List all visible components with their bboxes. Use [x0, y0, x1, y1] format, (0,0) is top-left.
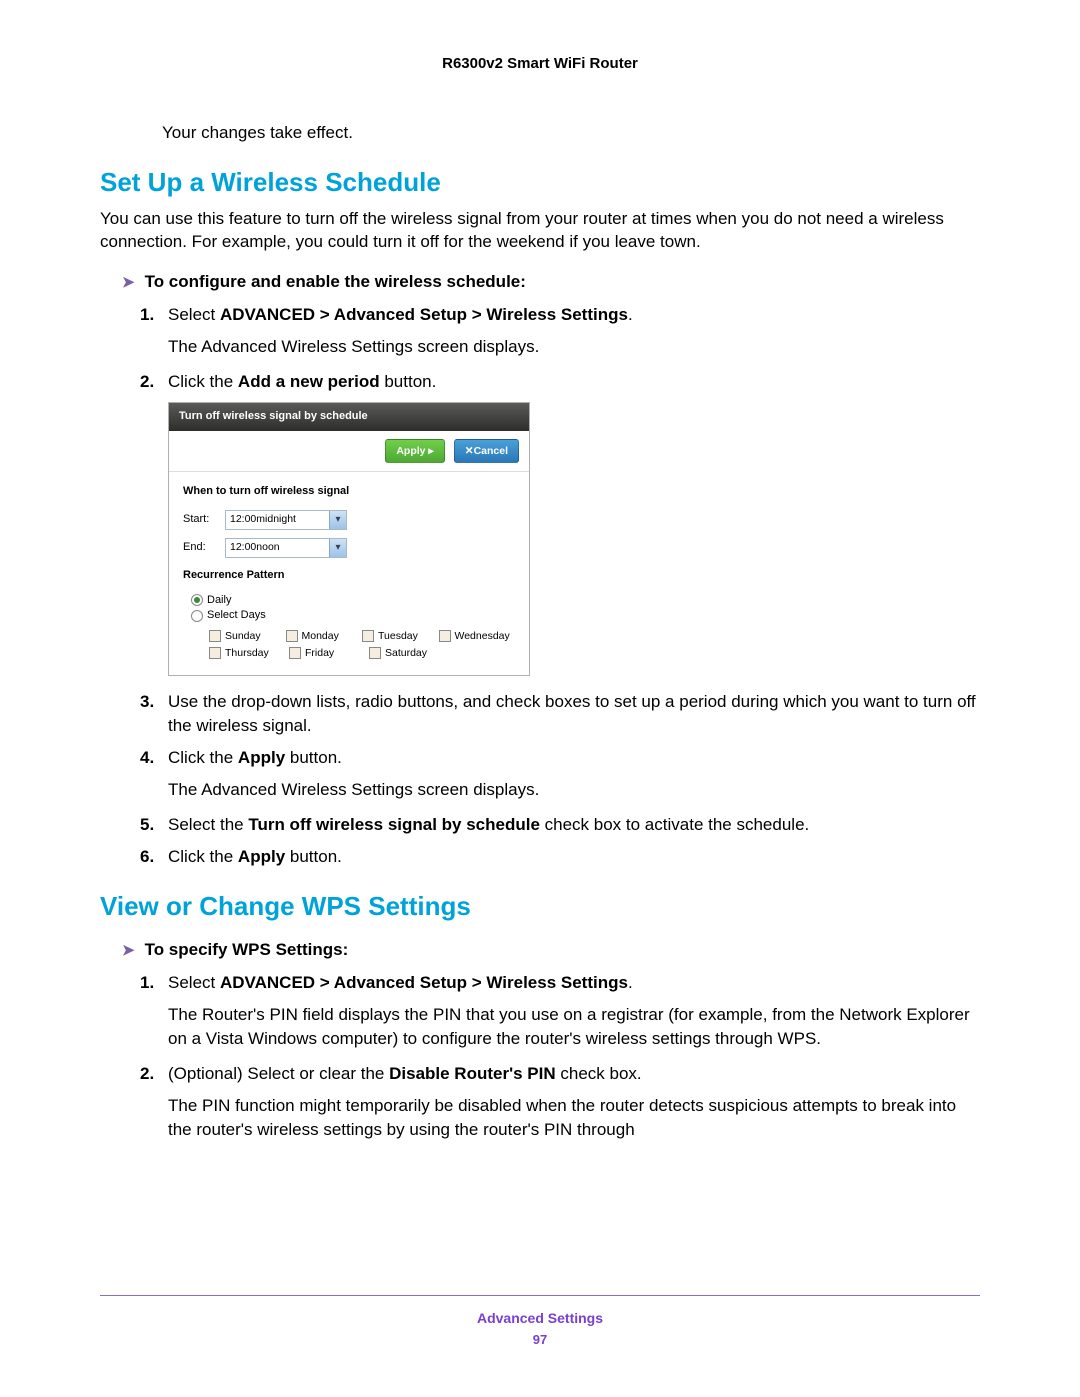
arrow-icon: ➤: [122, 272, 135, 293]
heading-wps-settings: View or Change WPS Settings: [100, 891, 980, 922]
arrow-icon: ➤: [122, 940, 135, 961]
chevron-down-icon: ▾: [329, 539, 346, 557]
start-dropdown[interactable]: 12:00midnight ▾: [225, 510, 347, 530]
step-6: 6. Click the Apply button.: [140, 845, 980, 869]
task-label: To specify WPS Settings:: [145, 940, 349, 960]
footer-section: Advanced Settings: [100, 1310, 980, 1326]
end-dropdown[interactable]: 12:00noon ▾: [225, 538, 347, 558]
radio-select-days-row[interactable]: Select Days: [191, 608, 515, 623]
chk-saturday[interactable]: Saturday: [369, 645, 449, 662]
wps-step-2: 2. (Optional) Select or clear the Disabl…: [140, 1062, 980, 1141]
radio-daily-row[interactable]: Daily: [191, 593, 515, 608]
chk-thursday[interactable]: Thursday: [209, 645, 289, 662]
radio-daily[interactable]: [191, 594, 203, 606]
recurrence-label: Recurrence Pattern: [183, 568, 515, 583]
step-1-result: The Advanced Wireless Settings screen di…: [168, 335, 980, 359]
wps-step-1-text: Select ADVANCED > Advanced Setup > Wirel…: [168, 973, 633, 992]
chk-sunday[interactable]: Sunday: [209, 628, 286, 645]
step-6-text: Click the Apply button.: [168, 847, 342, 866]
radio-select-days[interactable]: [191, 610, 203, 622]
end-label: End:: [183, 540, 225, 555]
step-5: 5. Select the Turn off wireless signal b…: [140, 813, 980, 837]
footer-page-number: 97: [100, 1332, 980, 1347]
chk-tuesday[interactable]: Tuesday: [362, 628, 439, 645]
chk-monday[interactable]: Monday: [286, 628, 363, 645]
dialog-button-row: Apply ▸ ✕Cancel: [169, 431, 529, 473]
task-configure-schedule: ➤ To configure and enable the wireless s…: [122, 272, 980, 293]
task-label: To configure and enable the wireless sch…: [145, 272, 526, 292]
chk-friday[interactable]: Friday: [289, 645, 369, 662]
section1-paragraph: You can use this feature to turn off the…: [100, 208, 980, 254]
step-2-text: Click the Add a new period button.: [168, 372, 436, 391]
step-3-text: Use the drop-down lists, radio buttons, …: [168, 692, 976, 735]
chevron-down-icon: ▾: [329, 511, 346, 529]
step-2: 2. Click the Add a new period button. Tu…: [140, 370, 980, 676]
cancel-button[interactable]: ✕Cancel: [454, 439, 519, 464]
step-4-result: The Advanced Wireless Settings screen di…: [168, 778, 980, 802]
wps-step-1-result: The Router's PIN field displays the PIN …: [168, 1003, 980, 1051]
schedule-dialog: Turn off wireless signal by schedule App…: [168, 402, 530, 676]
chk-wednesday[interactable]: Wednesday: [439, 628, 516, 645]
step-4-text: Click the Apply button.: [168, 748, 342, 767]
step-3: 3. Use the drop-down lists, radio button…: [140, 690, 980, 738]
page-footer: Advanced Settings 97: [100, 1295, 980, 1347]
step-4: 4. Click the Apply button. The Advanced …: [140, 746, 980, 802]
dialog-title: Turn off wireless signal by schedule: [169, 403, 529, 430]
task-specify-wps: ➤ To specify WPS Settings:: [122, 940, 980, 961]
step-1-text: Select ADVANCED > Advanced Setup > Wirel…: [168, 305, 633, 324]
wps-step-2-result: The PIN function might temporarily be di…: [168, 1094, 980, 1142]
end-value: 12:00noon: [226, 539, 329, 557]
step-1: 1. Select ADVANCED > Advanced Setup > Wi…: [140, 303, 980, 359]
page-header: R6300v2 Smart WiFi Router: [100, 55, 980, 72]
wps-step-1: 1. Select ADVANCED > Advanced Setup > Wi…: [140, 971, 980, 1050]
when-label: When to turn off wireless signal: [183, 484, 515, 499]
apply-button[interactable]: Apply ▸: [385, 439, 444, 464]
intro-text: Your changes take effect.: [162, 122, 980, 145]
start-label: Start:: [183, 512, 225, 527]
start-value: 12:00midnight: [226, 511, 329, 529]
heading-wireless-schedule: Set Up a Wireless Schedule: [100, 167, 980, 198]
step-5-text: Select the Turn off wireless signal by s…: [168, 815, 809, 834]
wps-step-2-text: (Optional) Select or clear the Disable R…: [168, 1064, 642, 1083]
day-grid: Sunday Monday Tuesday Wednesday Thursday…: [209, 628, 515, 661]
